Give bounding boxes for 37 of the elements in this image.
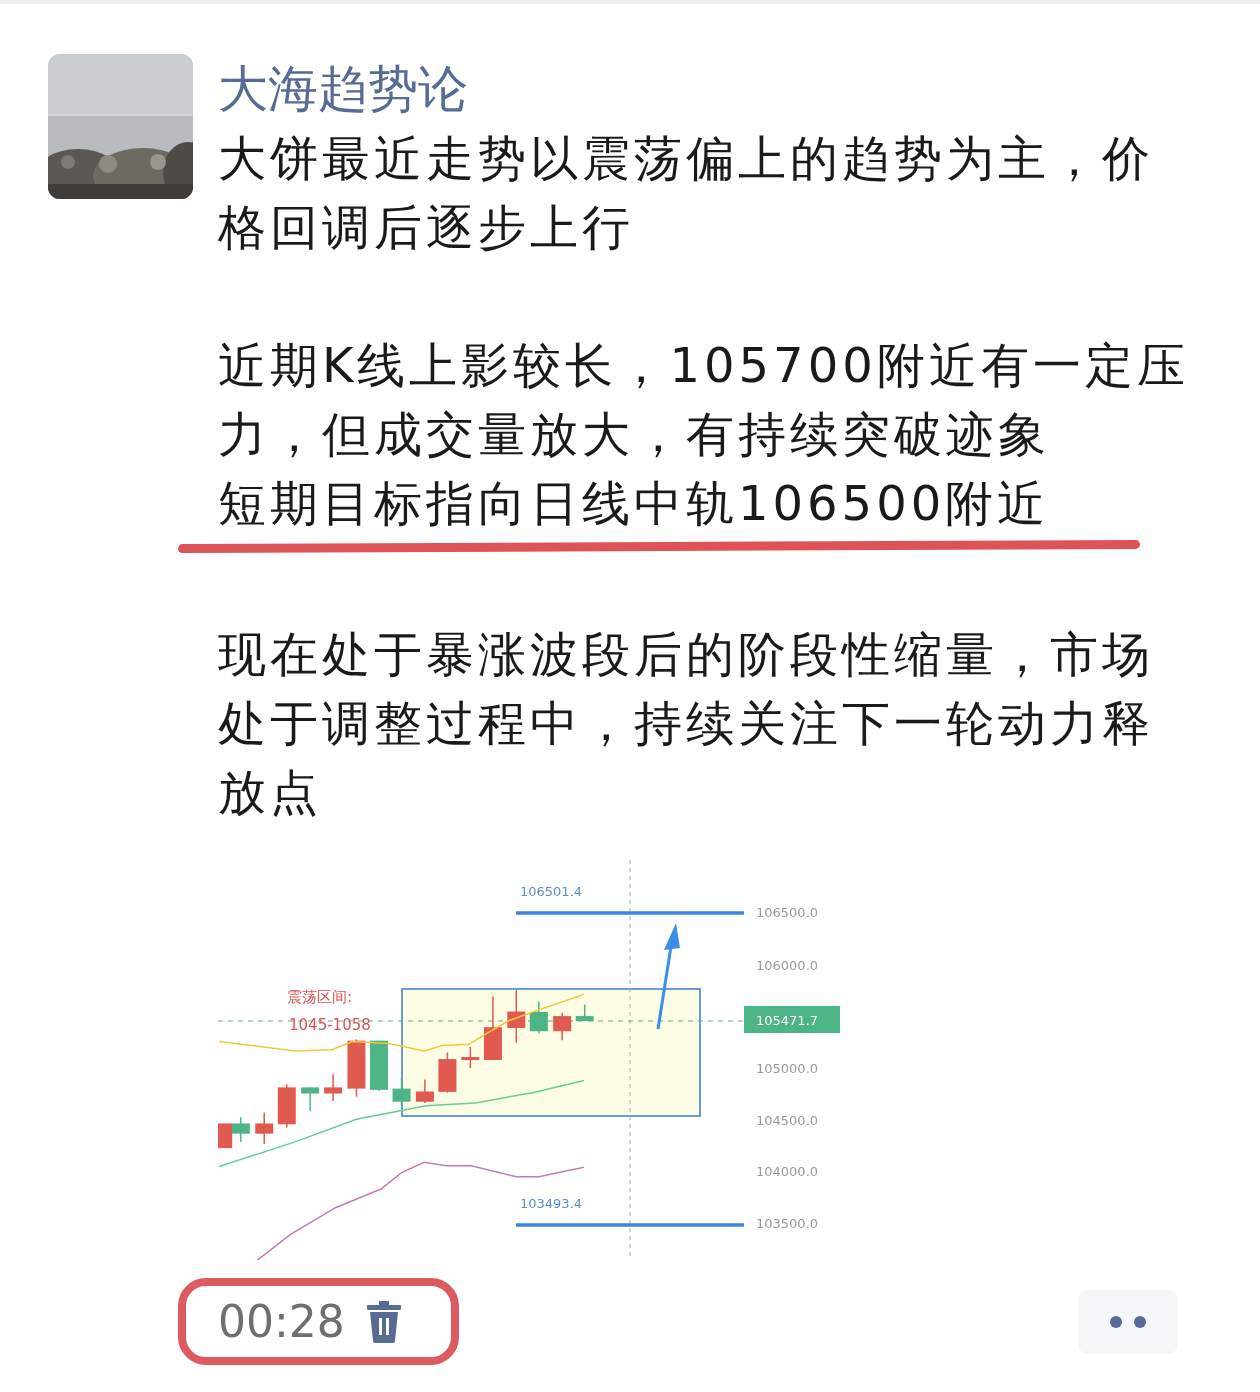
axis-label: 104500.0 xyxy=(756,1113,819,1128)
candlestick xyxy=(347,1038,366,1098)
axis-label: 106500.0 xyxy=(756,905,819,920)
post-text: 短期目标指向日线中轨106500附近 xyxy=(218,474,1051,533)
author-name[interactable]: 大海趋势论 xyxy=(218,54,1228,124)
candlestick xyxy=(255,1111,274,1145)
candlestick xyxy=(507,989,526,1044)
axis-label: 104000.0 xyxy=(756,1164,819,1179)
candlestick xyxy=(415,1078,434,1104)
post-time: 00:28 xyxy=(218,1296,345,1347)
range-label: 1045-1058 xyxy=(289,1016,371,1034)
candlestick xyxy=(483,995,502,1061)
candlestick xyxy=(277,1083,296,1129)
candlestick xyxy=(529,1000,548,1035)
more-button[interactable] xyxy=(1078,1289,1178,1354)
candlestick xyxy=(438,1051,457,1094)
candlestick xyxy=(392,1077,411,1106)
candlestick xyxy=(231,1116,250,1143)
post-text: 近期K线上影较长，105700附近有一定压力，但成交量放大，有持续突破迹象 xyxy=(218,336,1190,464)
current-price-tag: 105471.7 xyxy=(744,1006,840,1033)
candlestick xyxy=(301,1086,320,1112)
price-label: 103493.4 xyxy=(520,1196,583,1211)
candlestick xyxy=(218,1123,233,1149)
delete-icon[interactable] xyxy=(366,1300,401,1343)
candlestick xyxy=(324,1073,343,1102)
post-text: 大饼最近走势以震荡偏上的趋势为主，价格回调后逐步上行 xyxy=(218,129,1155,257)
up-arrow-icon xyxy=(656,923,680,1030)
axis-label: 105000.0 xyxy=(756,1061,819,1076)
axis-label: 106000.0 xyxy=(756,958,819,973)
price-label: 106501.4 xyxy=(520,884,583,899)
candlestick xyxy=(370,1039,388,1092)
range-label: 震荡区间: xyxy=(287,988,353,1006)
candlestick xyxy=(575,1003,594,1022)
candlestick xyxy=(553,1012,572,1041)
post-text: 现在处于暴涨波段后的阶段性缩量，市场处于调整过程中，持续关注下一轮动力释放点 xyxy=(218,625,1155,822)
candlestick xyxy=(461,1046,480,1069)
axis-label: 103500.0 xyxy=(756,1216,819,1231)
